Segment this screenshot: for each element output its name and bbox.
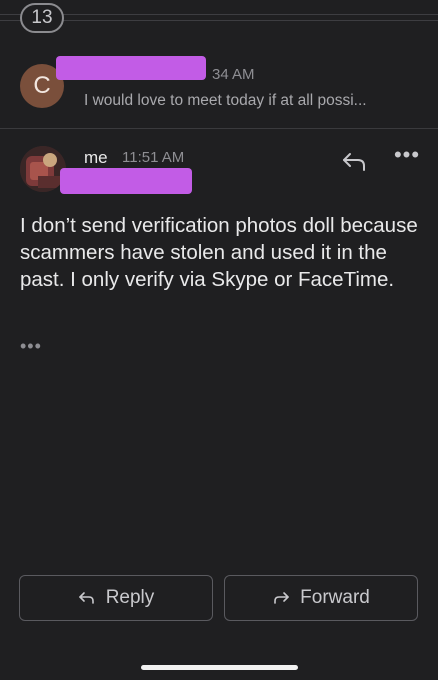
forward-button-label: Forward [300,587,370,608]
message-count-badge[interactable]: 13 [20,3,64,33]
message-body: I don’t send verification photos doll be… [20,214,418,291]
thread-header: 13 [0,0,438,44]
message-divider [0,128,438,129]
collapsed-message-snippet: I would love to meet today if at all pos… [84,92,367,109]
collapsed-message-time: 34 AM [212,66,255,83]
sender-name: me [84,148,108,167]
forward-button[interactable]: Forward [224,575,418,621]
message-header: me 11:51 AM ••• [0,140,438,200]
forward-arrow-icon [274,592,289,604]
show-trimmed-content-button[interactable]: ••• [20,336,42,357]
reply-button[interactable]: Reply [19,575,213,621]
redaction-mark [56,56,206,80]
home-indicator[interactable] [141,665,298,670]
thread-divider-line [0,20,438,21]
thread-divider-line [0,14,438,15]
redaction-mark [60,168,192,194]
reply-icon[interactable] [340,148,370,174]
reply-button-label: Reply [105,587,155,608]
sent-time: 11:51 AM [122,149,185,166]
more-options-icon[interactable]: ••• [392,144,422,174]
reply-arrow-icon [78,592,94,604]
collapsed-message[interactable]: C 34 AM I would love to meet today if at… [0,50,438,128]
